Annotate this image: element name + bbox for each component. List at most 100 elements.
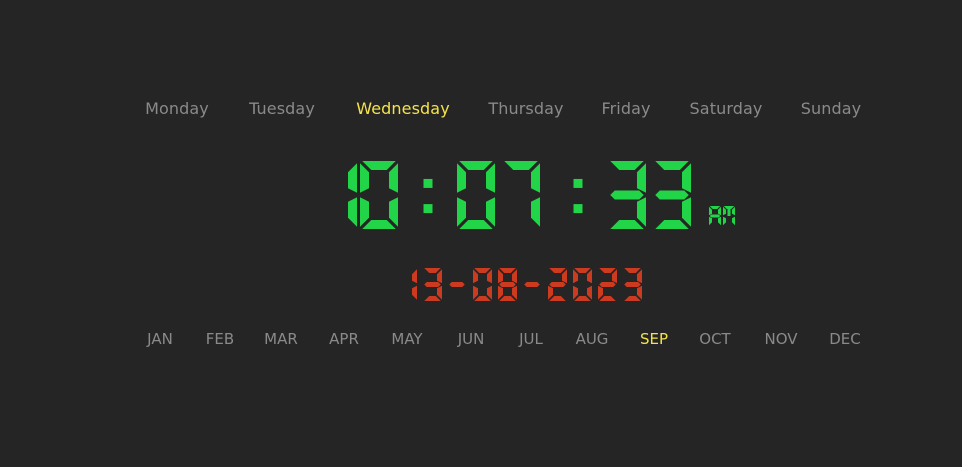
month-jul: JUL (519, 330, 543, 348)
date-digit (573, 268, 592, 301)
time-digit (655, 161, 691, 229)
segment-f (498, 269, 503, 284)
segment-a (709, 206, 721, 209)
segment-g (524, 282, 540, 287)
segment-d (599, 296, 616, 301)
month-oct: OCT (699, 330, 731, 348)
segment-b (637, 269, 642, 284)
segment-c (512, 285, 517, 300)
month-row: JAN FEB MAR APR MAY JUN JUL AUG SEP OCT … (0, 330, 962, 352)
month-jan: JAN (147, 330, 173, 348)
segment-e (473, 285, 478, 300)
segment-g (499, 282, 516, 287)
segment-c (437, 285, 442, 300)
segment-e (598, 285, 603, 300)
segment-a (549, 268, 566, 273)
segment-g (655, 190, 689, 200)
date-digit (412, 269, 417, 300)
segment-c (587, 285, 592, 300)
date-digit (624, 268, 642, 301)
segment-c (389, 197, 398, 227)
segment-e (573, 285, 578, 300)
segment-g (709, 214, 721, 218)
segment-e (723, 216, 726, 226)
segment-b (732, 206, 735, 216)
date-digit (548, 268, 567, 301)
month-apr: APR (329, 330, 359, 348)
date-display (412, 268, 642, 301)
segment-b (348, 163, 357, 193)
segment-a (723, 206, 735, 209)
segment-b (531, 163, 540, 193)
segment-d (624, 296, 641, 301)
segment-c (348, 197, 357, 227)
colon-dot (423, 178, 433, 188)
segment-c (637, 197, 646, 227)
segment-d (655, 220, 689, 229)
segment-a (499, 268, 516, 273)
colon-dot (573, 204, 583, 214)
segment-b (437, 269, 442, 284)
digital-display (348, 161, 735, 301)
segment-e (360, 197, 369, 227)
time-digit (610, 161, 646, 229)
month-dec: DEC (829, 330, 861, 348)
segment-b (637, 163, 646, 193)
segment-c (682, 197, 691, 227)
segment-f (723, 206, 726, 216)
segment-c (732, 216, 735, 226)
colon-dot (573, 178, 583, 188)
period-char (709, 206, 721, 226)
segment-e (457, 197, 466, 227)
segment-f (360, 163, 369, 193)
segment-a (624, 268, 641, 273)
segment-b (486, 163, 495, 193)
segment-g (424, 282, 441, 287)
segment-c (486, 197, 495, 227)
colon-dot (423, 204, 433, 214)
segment-d (574, 296, 591, 301)
month-feb: FEB (205, 330, 235, 348)
segment-g (599, 282, 616, 287)
segment-b (512, 269, 517, 284)
segment-a (424, 268, 441, 273)
month-aug: AUG (575, 330, 609, 348)
segment-d (549, 296, 566, 301)
month-may: MAY (391, 330, 423, 348)
segment-c (718, 216, 721, 226)
period-char (723, 206, 735, 226)
date-dash (449, 282, 465, 287)
segment-m-center (727, 209, 731, 216)
segment-a (504, 161, 538, 170)
segment-e (498, 285, 503, 300)
segment-c (531, 197, 540, 227)
segment-a (362, 161, 396, 170)
segment-g (449, 282, 465, 287)
time-digit (360, 161, 398, 229)
segment-b (487, 269, 492, 284)
month-sep: SEP (639, 330, 669, 348)
date-digit (424, 268, 442, 301)
segment-d (474, 296, 491, 301)
segment-b (389, 163, 398, 193)
segment-a (574, 268, 591, 273)
segment-g (610, 190, 644, 200)
segment-b (718, 206, 721, 216)
date-digit (598, 268, 617, 301)
segment-f (457, 163, 466, 193)
segment-b (612, 269, 617, 284)
month-nov: NOV (764, 330, 798, 348)
segment-b (682, 163, 691, 193)
segment-f (473, 269, 478, 284)
time-digit (504, 161, 540, 227)
date-digit (498, 268, 517, 301)
segment-e (548, 285, 553, 300)
date-digit (473, 268, 492, 301)
month-jun: JUN (457, 330, 485, 348)
segment-b (562, 269, 567, 284)
segment-a (610, 161, 644, 170)
segment-c (637, 285, 642, 300)
segment-d (459, 220, 493, 229)
segment-d (424, 296, 441, 301)
segment-a (459, 161, 493, 170)
